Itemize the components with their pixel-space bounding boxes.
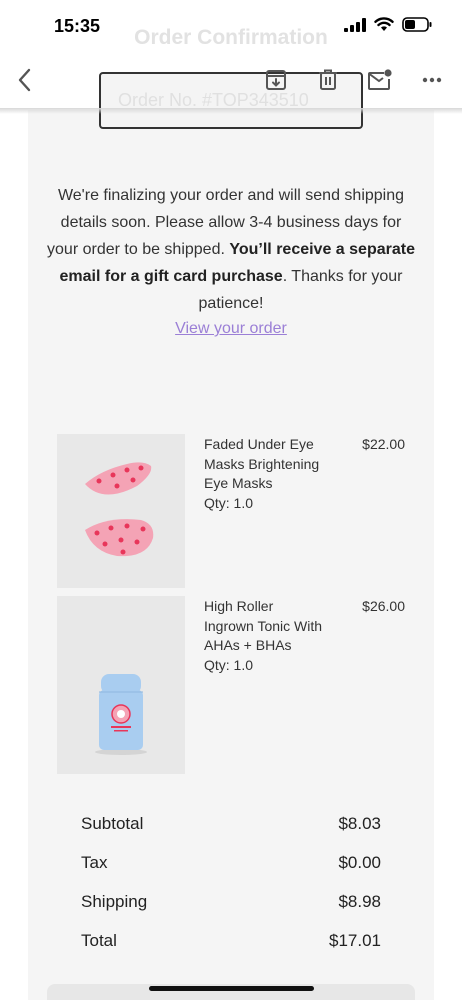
view-order-link[interactable]: View your order	[0, 320, 462, 338]
product-price-eye-masks: $22.00	[362, 436, 405, 452]
subtotal-value: $8.03	[338, 814, 381, 833]
status-time: 15:35	[54, 16, 101, 36]
battery-icon	[402, 17, 432, 32]
signal-icon	[344, 17, 366, 32]
shipping-message: We're finalizing your order and will sen…	[43, 182, 419, 317]
status-bar: 15:35	[0, 0, 462, 52]
total-value: $17.01	[329, 931, 381, 950]
more-icon	[422, 77, 442, 83]
product-title: High Roller Ingrown Tonic With AHAs + BH…	[204, 598, 323, 653]
product-image-eye-masks[interactable]	[57, 434, 185, 588]
product-qty: Qty: 1.0	[204, 494, 254, 511]
delete-button[interactable]	[314, 66, 342, 94]
archive-button[interactable]	[262, 66, 290, 94]
shipping-label: Shipping	[81, 892, 148, 911]
mark-unread-icon	[368, 69, 392, 90]
wifi-icon	[374, 17, 394, 31]
more-options-button[interactable]	[418, 66, 446, 94]
eye-masks-image	[85, 462, 154, 557]
trash-icon	[319, 69, 337, 90]
product-name-tonic: High Roller Ingrown Tonic With AHAs + BH…	[204, 597, 322, 675]
shipping-value: $8.98	[338, 892, 381, 911]
product-qty: Qty: 1.0	[204, 656, 254, 673]
mail-toolbar	[0, 52, 462, 110]
subtotal-label: Subtotal	[81, 814, 144, 833]
tonic-bottle-image	[95, 674, 147, 755]
home-indicator[interactable]	[149, 986, 314, 991]
tax-label: Tax	[81, 853, 108, 872]
tax-value: $0.00	[338, 853, 381, 872]
mark-unread-button[interactable]	[366, 66, 394, 94]
product-name-eye-masks: Faded Under Eye Masks Brightening Eye Ma…	[204, 435, 322, 513]
product-title: Faded Under Eye Masks Brightening Eye Ma…	[204, 436, 320, 491]
archive-icon	[266, 70, 286, 90]
back-icon	[18, 68, 31, 92]
status-icons	[344, 17, 432, 32]
back-button[interactable]	[10, 66, 38, 94]
product-image-tonic[interactable]	[57, 596, 185, 774]
product-price-tonic: $26.00	[362, 598, 405, 614]
total-label: Total	[81, 931, 117, 950]
